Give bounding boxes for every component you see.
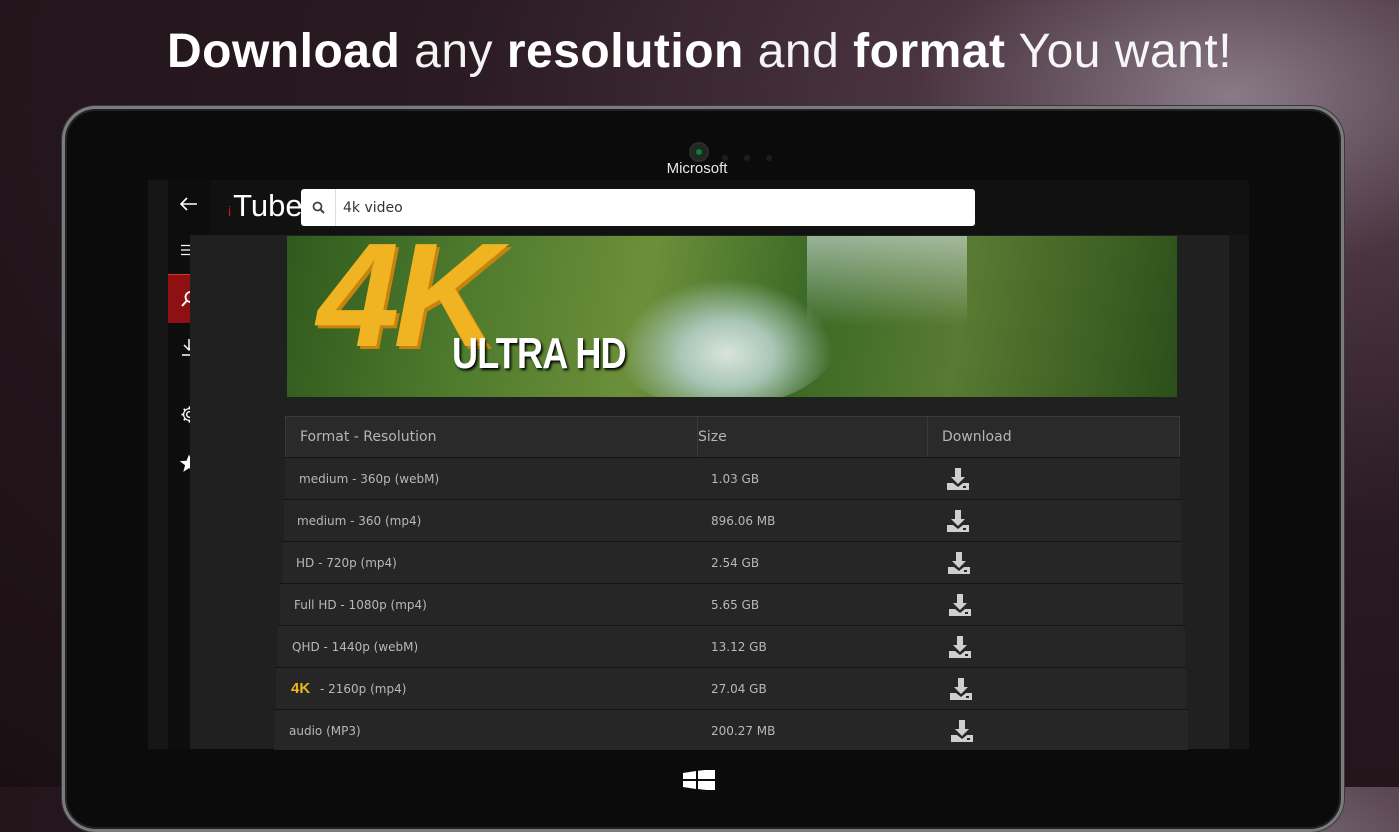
- download-icon[interactable]: [946, 509, 970, 533]
- row-format-text: Full HD - 1080p (mp4): [294, 598, 427, 612]
- row-format-text: medium - 360p (webM): [299, 472, 440, 486]
- windows-logo-icon: [683, 770, 715, 790]
- table-header: Format - Resolution Size Download: [285, 416, 1180, 458]
- video-thumbnail[interactable]: 4K ULTRA HD: [287, 236, 1177, 397]
- row-format-text: audio (MP3): [289, 724, 361, 738]
- row-size: 896.06 MB: [711, 514, 776, 528]
- sensors: [722, 146, 797, 161]
- download-icon[interactable]: [946, 467, 970, 491]
- table-row: QHD - 1440p (webM) 13.12 GB: [278, 625, 1185, 668]
- row-format-text: medium - 360 (mp4): [297, 514, 422, 528]
- download-icon[interactable]: [949, 677, 973, 701]
- row-size: 2.54 GB: [711, 556, 760, 570]
- table-row: medium - 360 (mp4) 896.06 MB: [284, 499, 1181, 542]
- app-logo: iTube: [228, 188, 303, 223]
- headline-word: any: [414, 25, 494, 78]
- row-format: HD - 720p (mp4): [296, 542, 397, 584]
- back-button[interactable]: [168, 180, 210, 228]
- row-format: medium - 360p (webM): [299, 458, 439, 500]
- headline-word: You want!: [1018, 25, 1233, 78]
- banner-ultra-hd-text: ULTRA HD: [452, 329, 627, 378]
- thumbnail-falls: [807, 236, 967, 326]
- headline-word: format: [853, 25, 1006, 78]
- row-format-text: HD - 720p (mp4): [296, 556, 397, 570]
- headline-word: resolution: [506, 25, 744, 78]
- search-bar: [301, 189, 975, 226]
- row-format: audio (MP3): [289, 710, 361, 752]
- row-size: 27.04 GB: [711, 682, 767, 696]
- search-icon: [312, 201, 325, 214]
- row-format: Full HD - 1080p (mp4): [294, 584, 427, 626]
- row-size: 1.03 GB: [711, 472, 760, 486]
- app-header: iTube: [210, 180, 1249, 235]
- row-size: 5.65 GB: [711, 598, 760, 612]
- headline-word: Download: [166, 25, 401, 78]
- header-size: Size: [698, 429, 727, 445]
- table-row: audio (MP3) 200.27 MB: [274, 709, 1188, 750]
- download-icon[interactable]: [950, 719, 974, 743]
- row-format-text: QHD - 1440p (webM): [292, 640, 419, 654]
- download-icon[interactable]: [948, 593, 972, 617]
- table-row: 4K - 2160p (mp4) 27.04 GB: [276, 667, 1186, 710]
- header-download: Download: [942, 429, 1012, 445]
- download-icon[interactable]: [947, 551, 971, 575]
- device-brand: Microsoft: [666, 160, 728, 177]
- search-button[interactable]: [301, 189, 336, 226]
- download-icon[interactable]: [948, 635, 972, 659]
- row-format-text: - 2160p (mp4): [316, 682, 407, 696]
- camera-icon: [689, 142, 709, 162]
- row-size: 13.12 GB: [711, 640, 767, 654]
- headline: Download any resolution and format You w…: [0, 24, 1399, 79]
- header-format: Format - Resolution: [300, 429, 437, 445]
- row-format: medium - 360 (mp4): [297, 500, 421, 542]
- headline-word: and: [757, 25, 840, 78]
- row-size: 200.27 MB: [711, 724, 776, 738]
- back-arrow-icon: [180, 197, 197, 211]
- table-row: Full HD - 1080p (mp4) 5.65 GB: [280, 583, 1183, 626]
- table-row: medium - 360p (webM) 1.03 GB: [285, 457, 1180, 500]
- thumbnail-river: [617, 276, 837, 397]
- search-input[interactable]: [343, 189, 953, 226]
- table-row: HD - 720p (mp4) 2.54 GB: [282, 541, 1182, 584]
- row-format: 4K - 2160p (mp4): [291, 668, 406, 710]
- 4k-badge: 4K: [291, 680, 311, 697]
- row-format: QHD - 1440p (webM): [292, 626, 418, 668]
